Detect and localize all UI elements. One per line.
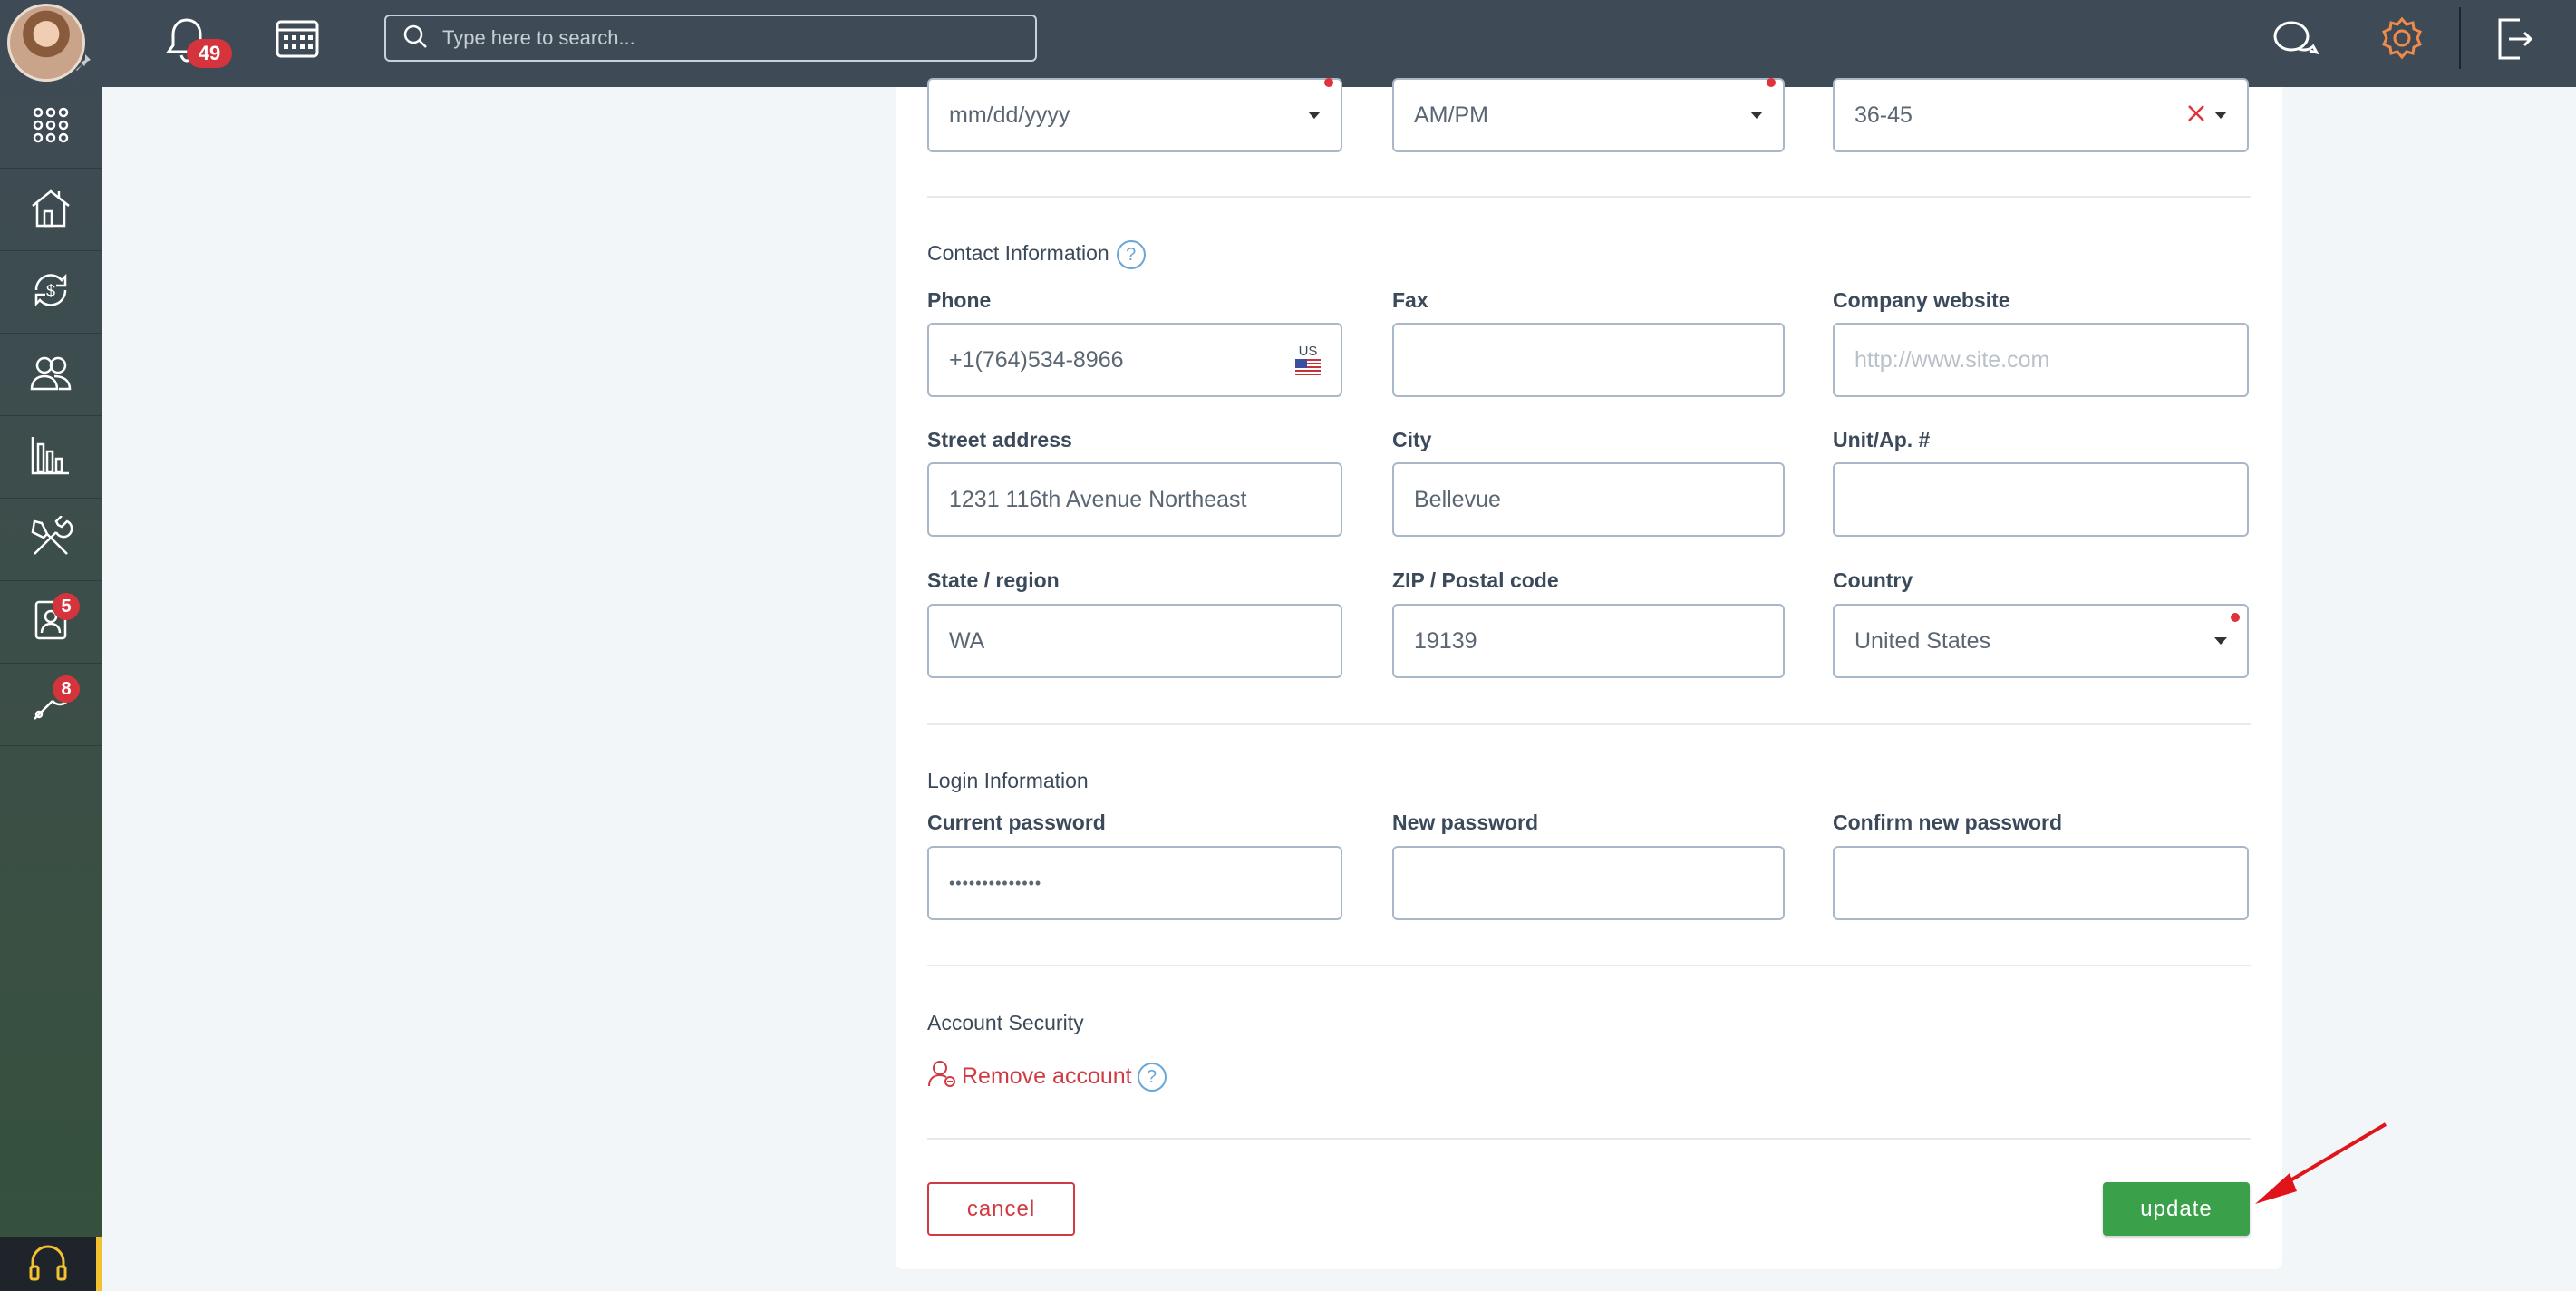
website-label: Company website [1833,288,2010,312]
top-bar: 49 [0,0,2576,87]
sidebar-item-contacts[interactable] [0,335,102,416]
gear-icon[interactable] [2378,15,2426,66]
new-password-label: New password [1392,811,1539,834]
notification-badge: 49 [187,39,232,68]
sidebar-item-apps[interactable] [0,87,102,169]
sidebar-item-tools[interactable] [0,500,102,581]
fax-label: Fax [1392,288,1428,312]
security-section-title: Account Security [927,1011,1084,1034]
street-value: 1231 116th Avenue Northeast [949,486,1247,512]
state-label: State / region [927,568,1060,592]
tools-icon [29,515,73,564]
clear-icon[interactable] [2187,102,2205,129]
section-divider [927,196,2251,198]
chevron-down-icon [1750,112,1763,119]
time-period-select[interactable]: AM/PM [1392,78,1785,152]
search-box[interactable] [384,15,1037,62]
street-label: Street address [927,428,1072,451]
chevron-down-icon [1308,112,1321,119]
phone-value: +1(764)534-8966 [949,346,1124,373]
required-indicator [2231,613,2240,622]
search-input[interactable] [442,26,1004,50]
fax-field[interactable] [1392,323,1785,397]
phone-label: Phone [927,288,992,312]
required-indicator [1324,78,1333,87]
phone-field[interactable]: +1(764)534-8966 US [927,323,1342,397]
country-value: United States [1855,627,1991,654]
age-range-value: 36-45 [1855,102,1913,128]
country-label: Country [1833,568,1913,592]
website-placeholder: http://www.site.com [1855,346,2050,373]
country-flag-icon[interactable]: US [1295,344,1321,377]
search-icon [402,24,428,53]
topbar-divider [2459,7,2461,69]
arrow-annotation-icon [2248,1121,2389,1216]
chevron-down-icon [2214,112,2227,119]
chevron-down-icon [2214,637,2227,645]
age-range-select[interactable]: 36-45 [1833,78,2249,152]
house-icon [29,186,73,234]
headset-icon [27,1241,69,1287]
pin-icon[interactable] [73,53,92,73]
date-select[interactable]: mm/dd/yyyy [927,78,1342,152]
support-button[interactable] [0,1237,102,1291]
contact-section-title: Contact Information? [927,240,1146,269]
city-field[interactable]: Bellevue [1392,462,1785,537]
help-icon[interactable]: ? [1137,1062,1167,1092]
website-field[interactable]: http://www.site.com [1833,323,2249,397]
chat-icon[interactable] [2271,16,2320,66]
new-password-field[interactable] [1392,846,1785,920]
remove-account-label: Remove account [962,1063,1132,1089]
contact-title-text: Contact Information [927,241,1109,266]
country-select[interactable]: United States [1833,604,2249,678]
bar-chart-icon [29,433,73,481]
state-value: WA [949,627,985,654]
users-icon [29,351,73,399]
required-indicator [1767,78,1776,87]
unit-label: Unit/Ap. # [1833,428,1931,451]
calendar-icon[interactable] [275,16,320,64]
grid-icon [29,103,73,151]
street-field[interactable]: 1231 116th Avenue Northeast [927,462,1342,537]
confirm-password-field[interactable] [1833,846,2249,920]
current-password-label: Current password [927,811,1106,834]
confirm-password-label: Confirm new password [1833,811,2063,834]
city-value: Bellevue [1414,486,1501,512]
sidebar-item-tenant[interactable]: 5 [0,582,102,664]
svg-text:$: $ [46,282,55,300]
remove-user-icon [927,1059,956,1094]
city-label: City [1392,428,1432,451]
sidebar: $ 5 8 [0,0,102,1291]
section-divider [927,1138,2251,1140]
maintenance-badge: 8 [53,675,80,703]
sidebar-item-maintenance[interactable]: 8 [0,665,102,746]
cancel-button[interactable]: cancel [927,1182,1075,1236]
login-section-title: Login Information [927,769,1089,792]
current-password-field[interactable]: •••••••••••••• [927,846,1342,920]
section-divider [927,723,2251,725]
zip-value: 19139 [1414,627,1477,654]
zip-label: ZIP / Postal code [1392,568,1559,592]
time-period-value: AM/PM [1414,102,1488,128]
sidebar-item-payments[interactable]: $ [0,252,102,334]
update-button[interactable]: update [2103,1182,2250,1236]
section-divider [927,965,2251,966]
state-field[interactable]: WA [927,604,1342,678]
tenant-badge: 5 [53,593,80,620]
help-icon[interactable]: ? [1116,240,1146,269]
remove-account-link[interactable]: Remove account ? [927,1059,1167,1094]
date-select-value: mm/dd/yyyy [949,102,1070,128]
current-password-value: •••••••••••••• [949,873,1042,892]
dollar-cycle-icon: $ [29,268,73,316]
phone-country-code: US [1298,343,1318,359]
unit-field[interactable] [1833,462,2249,537]
sidebar-item-home[interactable] [0,170,102,251]
zip-field[interactable]: 19139 [1392,604,1785,678]
sidebar-item-reports[interactable] [0,417,102,499]
logout-icon[interactable] [2494,16,2534,66]
